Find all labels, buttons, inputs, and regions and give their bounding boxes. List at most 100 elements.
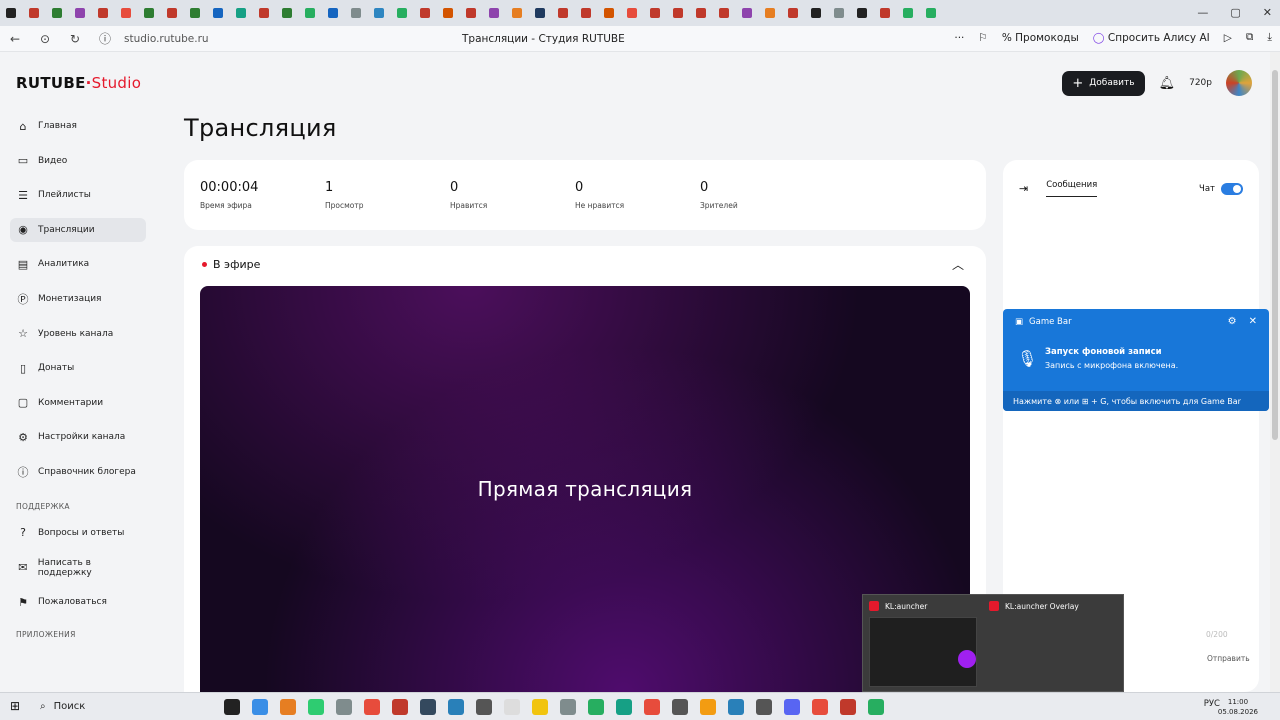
site-info-icon[interactable]: ⓘ [94,30,116,47]
back-icon[interactable]: ← [4,32,26,46]
browser-tab-icon[interactable] [29,8,39,18]
browser-tab-icon[interactable] [742,8,752,18]
taskbar-app-icon[interactable] [280,698,296,715]
browser-tab-icon[interactable] [236,8,246,18]
translate-icon[interactable]: ⧉ [1246,31,1254,44]
browser-tab-icon[interactable] [144,8,154,18]
taskbar-app-icon[interactable] [700,698,716,715]
taskbar-app-icon[interactable] [476,698,492,715]
browser-tab-icon[interactable] [673,8,683,18]
browser-tab-icon[interactable] [443,8,453,18]
close-icon[interactable]: ✕ [1249,316,1257,327]
taskbar-app-icon[interactable] [308,698,324,715]
sidebar-item-flag[interactable]: ⚑ Пожаловаться [10,590,146,614]
browser-tab-icon[interactable] [581,8,591,18]
add-button[interactable]: + Добавить [1062,70,1145,96]
chat-switch[interactable] [1221,182,1243,195]
taskbar-app-icon[interactable] [364,698,380,715]
taskbar-app-icon[interactable] [616,698,632,715]
browser-tab-icon[interactable] [282,8,292,18]
taskbar-search[interactable]: ⌕ Поиск [40,701,210,712]
quality-label[interactable]: 720p [1189,78,1212,88]
browser-tab-icon[interactable] [719,8,729,18]
sidebar-item-donate[interactable]: ▯ Донаты [10,356,146,380]
taskbar-app-icon[interactable] [224,698,240,715]
more-icon[interactable]: ··· [954,32,964,44]
taskbar-app-icon[interactable] [756,698,772,715]
browser-tab-icon[interactable] [75,8,85,18]
taskbar-app-icon[interactable] [336,698,352,715]
gear-icon[interactable]: ⚙ [1228,316,1237,327]
browser-tab-icon[interactable] [489,8,499,18]
browser-tab-icon[interactable] [880,8,890,18]
browser-tab-icon[interactable] [6,8,16,18]
browser-tab-icon[interactable] [328,8,338,18]
windows-start-icon[interactable]: ⊞ [10,699,20,713]
tab-messages[interactable]: Сообщения [1046,180,1098,197]
thumbnail-overlay[interactable]: KL:auncher Overlay [983,595,1103,693]
browser-tab-icon[interactable] [558,8,568,18]
taskbar-app-icon[interactable] [560,698,576,715]
browser-tab-icon[interactable] [512,8,522,18]
browser-tab-icon[interactable] [259,8,269,18]
browser-tab-icon[interactable] [98,8,108,18]
browser-tab-icon[interactable] [926,8,936,18]
play-icon[interactable]: ▷ [1224,32,1232,44]
browser-tab-icon[interactable] [121,8,131,18]
collapse-icon[interactable]: ⇥ [1019,182,1028,195]
taskbar-app-icon[interactable] [784,698,800,715]
chat-toggle[interactable]: Чат [1199,182,1243,195]
taskbar-app-icon[interactable] [644,698,660,715]
browser-tab-icon[interactable] [167,8,177,18]
taskbar-app-icon[interactable] [812,698,828,715]
sidebar-item-broadcast[interactable]: ◉ Трансляции [10,217,146,242]
taskbar-app-icon[interactable] [448,698,464,715]
download-icon[interactable]: ⤓ [1267,31,1272,44]
browser-tab-icon[interactable] [811,8,821,18]
browser-tab-icon[interactable] [903,8,913,18]
stream-player[interactable]: Прямая трансляция [200,286,970,692]
send-button[interactable]: Отправить [1207,654,1250,663]
avatar[interactable] [1226,70,1252,96]
reload-icon[interactable]: ↻ [64,32,86,46]
maximize-icon[interactable]: ▢ [1230,6,1240,19]
browser-tab-icon[interactable] [627,8,637,18]
sidebar-item-playlist[interactable]: ☰ Плейлисты [10,183,146,207]
sidebar-item-video[interactable]: ▭ Видео [10,149,146,173]
taskbar-app-icon[interactable] [672,698,688,715]
browser-tab-icon[interactable] [765,8,775,18]
browser-tab-icon[interactable] [374,8,384,18]
sidebar-item-comments[interactable]: ▢ Комментарии [10,391,146,415]
taskbar-app-icon[interactable] [252,698,268,715]
taskbar-app-icon[interactable] [420,698,436,715]
browser-tab-icon[interactable] [305,8,315,18]
taskbar-app-icon[interactable] [504,698,520,715]
thumbnail-launcher[interactable]: KL:auncher [863,595,983,693]
browser-tab-icon[interactable] [696,8,706,18]
shield-icon[interactable]: ⊙ [34,32,56,46]
browser-tab-icon[interactable] [420,8,430,18]
sidebar-item-mail[interactable]: ✉ Написать в поддержку [10,556,146,580]
sidebar-item-question[interactable]: ? Вопросы и ответы [10,521,146,545]
taskbar-app-icon[interactable] [392,698,408,715]
url-text[interactable]: studio.rutube.ru [124,33,209,45]
browser-tab-icon[interactable] [466,8,476,18]
bookmark-icon[interactable]: ⚐ [978,32,987,44]
browser-tab-icon[interactable] [190,8,200,18]
browser-tab-icon[interactable] [397,8,407,18]
promo-button[interactable]: % Промокоды [1002,32,1079,44]
taskbar-app-icon[interactable] [840,698,856,715]
close-icon[interactable]: ✕ [1263,6,1272,19]
browser-tab-icon[interactable] [788,8,798,18]
browser-tab-icon[interactable] [604,8,614,18]
browser-tab-icon[interactable] [650,8,660,18]
browser-tab-icon[interactable] [213,8,223,18]
sidebar-item-analytics[interactable]: ▤ Аналитика [10,252,146,276]
chevron-up-icon[interactable]: ︿ [952,256,964,273]
bell-icon[interactable]: 🔔︎ [1159,76,1176,91]
taskbar-app-icon[interactable] [868,698,884,715]
sidebar-item-info[interactable]: ⓘ Справочник блогера [10,460,146,484]
browser-tab-icon[interactable] [535,8,545,18]
clock[interactable]: 11:00 05.08.2026 [1218,697,1258,717]
scrollbar-thumb[interactable] [1272,70,1278,440]
